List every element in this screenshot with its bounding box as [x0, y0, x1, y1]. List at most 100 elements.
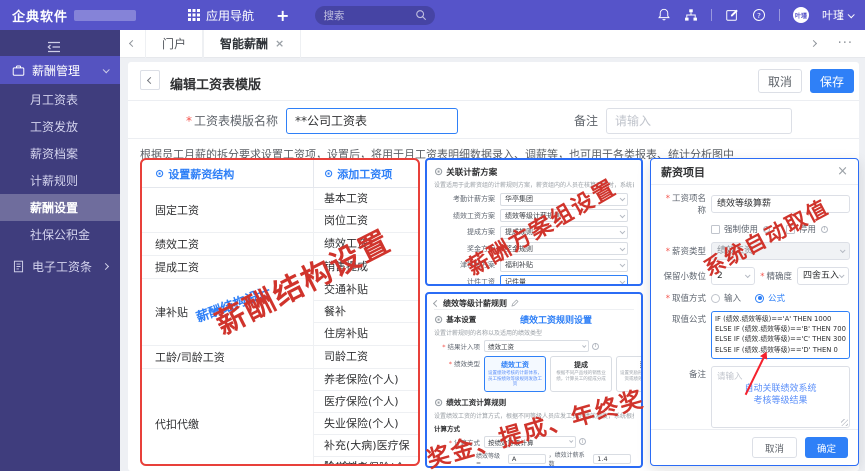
- salary-group[interactable]: 津补贴: [142, 279, 314, 345]
- attendance-plan-select[interactable]: 华亭集团: [500, 192, 628, 206]
- save-button[interactable]: 保存: [810, 69, 854, 93]
- app-logo: 企典软件: [12, 9, 69, 25]
- section-description: 设置绩效工资的计算方式，根据不同等级人员应发工资的绩效额度，系统根据如下方式计算…: [434, 413, 634, 420]
- tab-label: 门户: [162, 37, 187, 51]
- tabs-back-icon[interactable]: [120, 39, 145, 48]
- tab-smart-payroll[interactable]: 智能薪酬 ×: [203, 29, 302, 58]
- item-name-input[interactable]: 绩效等级算薪: [711, 195, 850, 213]
- precision-select[interactable]: 四舍五入: [797, 267, 849, 285]
- user-menu[interactable]: 叶瑾: [822, 7, 855, 23]
- sidebar-item-pay-rules[interactable]: 计薪规则: [0, 167, 120, 194]
- add-app-button[interactable]: +: [276, 6, 289, 25]
- performance-plan-select[interactable]: 绩效等级计薪规则: [500, 209, 628, 222]
- sidebar-item-monthly-payroll[interactable]: 月工资表: [0, 86, 120, 113]
- template-name-input[interactable]: **公司工资表: [286, 108, 458, 134]
- calc-method-select[interactable]: 按绩效等级计算: [484, 435, 576, 448]
- method-formula-radio[interactable]: [755, 293, 765, 303]
- salary-item[interactable]: 司龄工资: [314, 346, 418, 368]
- close-icon[interactable]: ×: [837, 164, 848, 179]
- select-value: 绩效等级计薪规则: [505, 211, 561, 220]
- close-icon[interactable]: ×: [275, 37, 284, 50]
- allowance-plan-select[interactable]: 福利补贴: [500, 258, 628, 272]
- grade-row: 绩效等级= A ，绩效计薪系数 1.4: [434, 450, 634, 466]
- dialog-title: 薪资项目: [661, 165, 705, 179]
- sidebar-item-salary-settings[interactable]: 薪酬设置: [0, 194, 120, 221]
- avatar[interactable]: 叶瑾: [793, 7, 809, 23]
- commission-plan-select[interactable]: 提成规则: [500, 225, 628, 239]
- sidebar-item-salary-payment[interactable]: 工资发放: [0, 113, 120, 140]
- salary-item[interactable]: 销售提成: [314, 256, 418, 278]
- salary-item[interactable]: 餐补: [314, 301, 418, 323]
- field-label: 取值公式: [671, 315, 706, 325]
- search-input[interactable]: 搜索: [315, 5, 436, 25]
- bell-icon[interactable]: [657, 8, 671, 22]
- salary-item[interactable]: 岗位工资: [314, 210, 418, 232]
- bonus-plan-select[interactable]: 奖金规则: [500, 242, 628, 255]
- resize-handle-icon[interactable]: [841, 419, 848, 426]
- sidebar-item-social-insurance[interactable]: 社保公积金: [0, 221, 120, 248]
- salary-type-select[interactable]: 绩效工资: [711, 242, 850, 260]
- dialog-remark-textarea[interactable]: 请输入 自动关联绩效系统 考核等级结果: [711, 366, 850, 428]
- formula-textarea[interactable]: IF (绩效.绩效等级)=='A' THEN 1000 ELSE IF (绩效.…: [711, 311, 850, 359]
- type-card-performance[interactable]: 绩效工资 设置绩效考核的计薪体系，员工按绩效等级规则发放工资: [484, 356, 546, 392]
- salary-group[interactable]: 绩效工资: [142, 233, 314, 255]
- type-card-commission[interactable]: 提成 根据不同产品线的销售业绩，计算员工的提成分成: [550, 356, 612, 392]
- more-icon[interactable]: ···: [826, 36, 865, 51]
- cancel-button[interactable]: 取消: [758, 69, 802, 93]
- search-icon: [416, 10, 427, 21]
- compose-icon[interactable]: [725, 8, 739, 22]
- app-grid-icon[interactable]: [188, 9, 201, 21]
- salary-item[interactable]: 交通补贴: [314, 279, 418, 301]
- salary-item[interactable]: 基本工资: [314, 188, 418, 210]
- header-label: 设置薪资结构: [168, 167, 235, 181]
- salary-item[interactable]: 医疗保险(个人): [314, 391, 418, 413]
- checkbox-label: 停用: [799, 225, 817, 235]
- piecework-select[interactable]: 记件量: [500, 275, 628, 284]
- dialog-cancel-button[interactable]: 取消: [751, 437, 797, 458]
- salary-item[interactable]: 绩效工资: [314, 233, 418, 255]
- salary-item[interactable]: 失业保险(个人): [314, 413, 418, 435]
- tab-bar: 门户 智能薪酬 × ···: [120, 29, 865, 58]
- select-value: 四舍五入: [803, 271, 839, 281]
- salary-item[interactable]: 补充养老保险(个人): [314, 457, 418, 464]
- salary-group[interactable]: 代扣代缴: [142, 369, 314, 464]
- salary-group[interactable]: 提成工资: [142, 256, 314, 278]
- tab-portal[interactable]: 门户: [145, 29, 204, 58]
- collapse-icon[interactable]: [46, 40, 62, 54]
- page-title: 编辑工资表模版: [170, 78, 262, 93]
- salary-group[interactable]: 固定工资: [142, 188, 314, 232]
- structure-header-left[interactable]: ⊙ 设置薪资结构: [142, 160, 314, 187]
- back-icon[interactable]: [432, 299, 441, 307]
- sidebar-item-salary-files[interactable]: 薪资档案: [0, 140, 120, 167]
- decimal-select[interactable]: 2: [711, 267, 755, 285]
- edit-pencil-icon[interactable]: [511, 299, 519, 307]
- panel-description: 设置适用于此薪资组的计薪规则方案，薪资组内的人员在核算工资时，系统自动按如下计薪…: [434, 182, 634, 189]
- coef-input[interactable]: 1.4: [593, 454, 631, 464]
- sidebar-group-e-payslip[interactable]: 电子工资条: [0, 252, 120, 280]
- sidebar-group-salary-mgmt[interactable]: 薪酬管理: [0, 56, 120, 84]
- field-label: 计件工资: [467, 277, 495, 286]
- info-icon: i: [763, 225, 771, 233]
- org-icon[interactable]: [684, 8, 698, 22]
- help-icon[interactable]: ?: [752, 8, 766, 22]
- remark-placeholder: 请输入: [717, 372, 743, 382]
- table-row: 提成工资 销售提成: [142, 256, 418, 279]
- salary-group[interactable]: 工龄/司龄工资: [142, 346, 314, 368]
- app-nav-label[interactable]: 应用导航: [206, 7, 254, 24]
- info-icon: i: [821, 225, 829, 233]
- back-button[interactable]: [140, 70, 160, 90]
- grade-input[interactable]: A: [507, 454, 546, 464]
- method-input-radio[interactable]: [711, 293, 720, 303]
- section-title: 基本设置: [446, 315, 477, 324]
- structure-header-right[interactable]: ⊙ 添加工资项: [314, 160, 418, 187]
- disable-checkbox[interactable]: [786, 224, 796, 234]
- result-item-select[interactable]: 绩效工资: [484, 340, 589, 352]
- salary-item[interactable]: 养老保险(个人): [314, 369, 418, 391]
- salary-item[interactable]: 补充(大病)医疗保险(个人): [314, 435, 418, 464]
- force-use-checkbox[interactable]: [711, 224, 720, 234]
- salary-item[interactable]: 住房补贴: [314, 323, 418, 345]
- dialog-ok-button[interactable]: 确定: [804, 437, 848, 458]
- remark-input[interactable]: 请输入: [606, 108, 792, 134]
- tabs-forward-icon[interactable]: [801, 39, 826, 48]
- type-card-bonus[interactable]: 奖金 设置奖励形式，根据员工工资或绩效计算奖金发放: [616, 356, 641, 392]
